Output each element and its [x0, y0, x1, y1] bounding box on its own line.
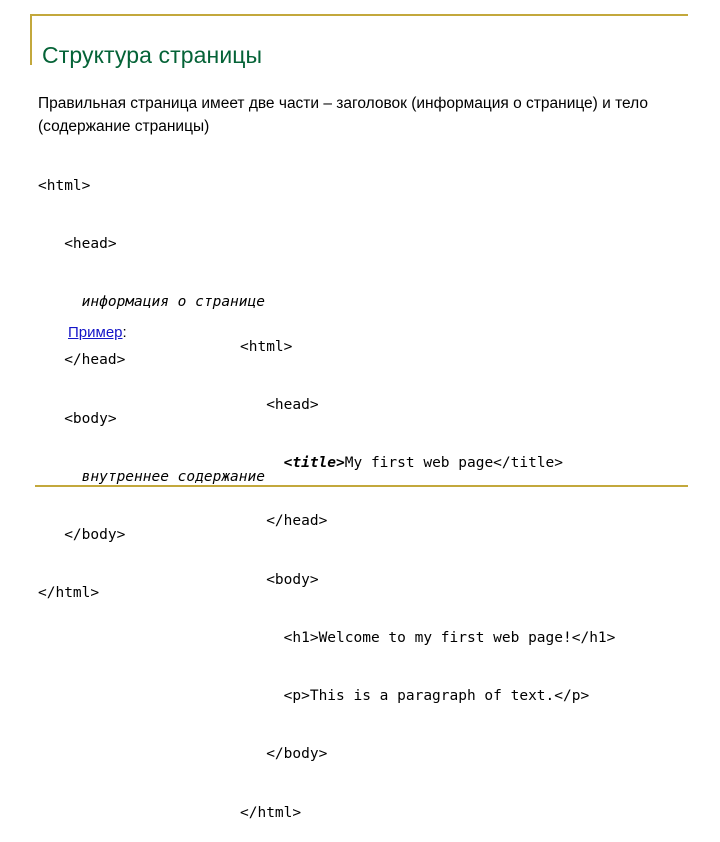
code-line: информация о странице [38, 294, 265, 311]
code-line: </body> [38, 527, 126, 544]
title-close-tag: </title> [493, 455, 564, 472]
slide-top-rule [30, 14, 688, 16]
code-line: </html> [240, 804, 302, 821]
code-line: внутреннее содержание [38, 468, 265, 485]
code-line: </head> [240, 513, 328, 530]
code-line: </head> [38, 352, 126, 369]
title-text: My first web page [344, 455, 494, 472]
example-link[interactable]: Пример [68, 324, 123, 341]
code-line: <body> [38, 410, 117, 427]
title-open-tag: <title> [283, 455, 345, 472]
example-code-block: <html> <head> <title>My first web page</… [240, 299, 615, 842]
slide-left-rule [30, 14, 32, 65]
code-line: <html> [38, 177, 91, 194]
code-line: <head> [240, 397, 319, 414]
example-label-suffix: : [122, 324, 127, 341]
structure-code-block: <html> <head> информация о странице </he… [38, 138, 265, 623]
code-line: <p>This is a paragraph of text.</p> [240, 688, 590, 705]
intro-paragraph: Правильная страница имеет две части – за… [38, 94, 648, 135]
code-line: </html> [38, 585, 100, 602]
code-line: <title>My first web page</title> [240, 454, 615, 473]
code-line: </body> [240, 746, 328, 763]
code-line: <h1>Welcome to my first web page!</h1> [240, 629, 616, 646]
page-title: Структура страницы [42, 42, 263, 69]
example-label: Пример: [68, 323, 127, 343]
code-line: <head> [38, 236, 117, 253]
code-line: <html> [240, 338, 293, 355]
code-line: <body> [240, 571, 319, 588]
